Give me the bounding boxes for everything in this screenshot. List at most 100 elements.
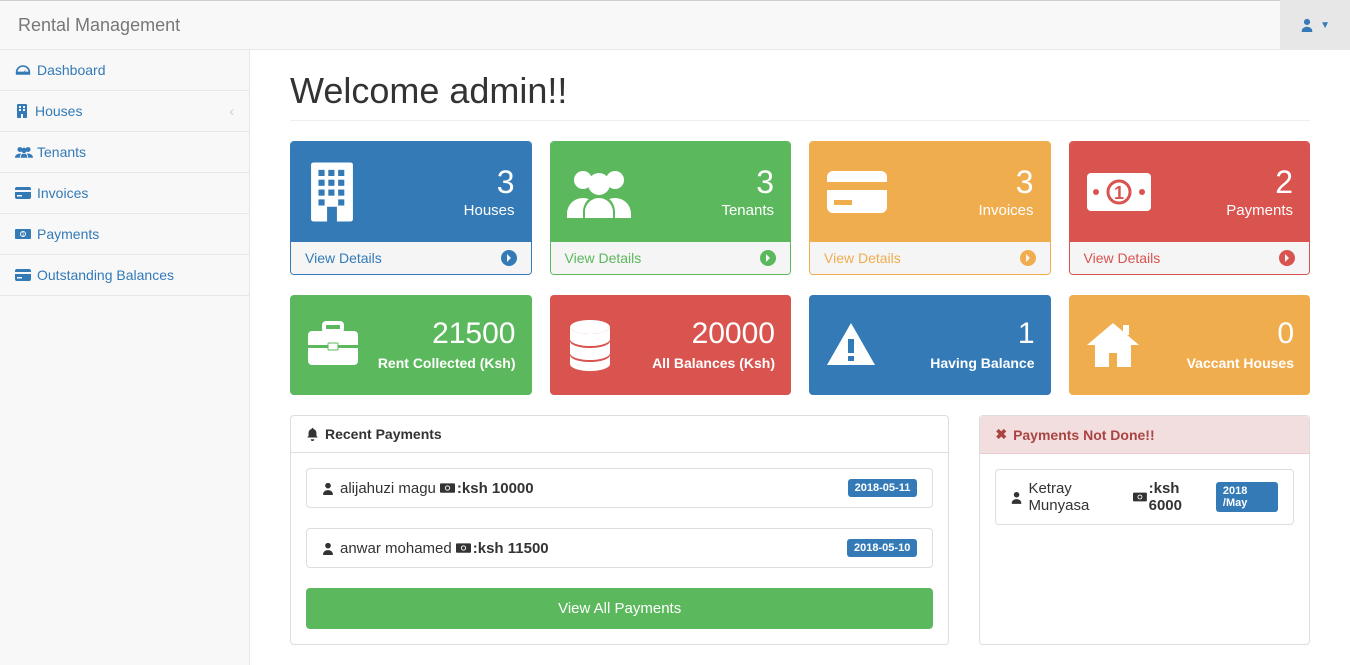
database-icon bbox=[566, 319, 614, 371]
card-having-balance: 1 Having Balance bbox=[809, 295, 1051, 395]
money-icon bbox=[456, 543, 471, 553]
stat-number: 1 bbox=[930, 319, 1034, 349]
panel-title: ✖ Payments Not Done!! bbox=[980, 416, 1309, 454]
nav-label: Outstanding Balances bbox=[37, 267, 174, 283]
user-menu-dropdown[interactable]: ▼ bbox=[1280, 0, 1350, 50]
arrow-circle-right-icon bbox=[1020, 250, 1036, 266]
user-icon bbox=[322, 542, 334, 555]
view-details-link[interactable]: View Details bbox=[810, 242, 1050, 274]
nav-invoices[interactable]: Invoices bbox=[0, 173, 249, 214]
nav-dashboard[interactable]: Dashboard bbox=[0, 50, 249, 91]
view-details-link[interactable]: View Details bbox=[291, 242, 531, 274]
dashboard-icon bbox=[15, 63, 31, 77]
stat-number: 0 bbox=[1187, 319, 1294, 349]
payer-name: anwar mohamed bbox=[340, 540, 452, 557]
arrow-circle-right-icon bbox=[760, 250, 776, 266]
nav-label: Tenants bbox=[37, 144, 86, 160]
view-all-payments-button[interactable]: View All Payments bbox=[306, 588, 933, 629]
card-houses: 3 Houses View Details bbox=[290, 141, 532, 275]
sidebar: Dashboard Houses ‹ Tenants Invoices 1 Pa… bbox=[0, 50, 250, 665]
link-text: View Details bbox=[1084, 250, 1161, 266]
stat-label: Having Balance bbox=[930, 355, 1034, 371]
user-icon bbox=[1300, 18, 1314, 32]
link-text: View Details bbox=[305, 250, 382, 266]
view-details-link[interactable]: View Details bbox=[551, 242, 791, 274]
main-content: Welcome admin!! 3 Houses View Details bbox=[250, 50, 1350, 665]
user-icon bbox=[322, 482, 334, 495]
payments-not-done-panel: ✖ Payments Not Done!! Ketray Munyasa :ks… bbox=[979, 415, 1310, 645]
nav-tenants[interactable]: Tenants bbox=[0, 132, 249, 173]
card-tenants: 3 Tenants View Details bbox=[550, 141, 792, 275]
credit-card-icon bbox=[826, 170, 888, 214]
stat-number: 3 bbox=[978, 166, 1033, 198]
payment-date-badge: 2018-05-10 bbox=[847, 539, 917, 557]
svg-text:1: 1 bbox=[1113, 183, 1123, 203]
warning-icon bbox=[825, 321, 877, 369]
nav-balances[interactable]: Outstanding Balances bbox=[0, 255, 249, 296]
stat-label: Vaccant Houses bbox=[1187, 355, 1294, 371]
users-icon bbox=[567, 166, 631, 218]
building-icon bbox=[307, 160, 357, 224]
nav-payments[interactable]: 1 Payments bbox=[0, 214, 249, 255]
stat-number: 3 bbox=[464, 166, 515, 198]
nav-houses[interactable]: Houses ‹ bbox=[0, 91, 249, 132]
overdue-row: Ketray Munyasa :ksh 6000 2018 /May bbox=[995, 469, 1294, 525]
payment-date-badge: 2018-05-11 bbox=[848, 479, 918, 497]
overdue-amount: :ksh 6000 bbox=[1149, 480, 1212, 514]
arrow-circle-right-icon bbox=[501, 250, 517, 266]
nav-label: Dashboard bbox=[37, 62, 106, 78]
card-rent-collected: 21500 Rent Collected (Ksh) bbox=[290, 295, 532, 395]
card-vacant-houses: 0 Vaccant Houses bbox=[1069, 295, 1311, 395]
stat-number: 21500 bbox=[378, 319, 516, 349]
page-title: Welcome admin!! bbox=[290, 70, 1310, 112]
panel-title: Recent Payments bbox=[291, 416, 948, 453]
link-text: View Details bbox=[565, 250, 642, 266]
stat-number: 2 bbox=[1226, 166, 1293, 198]
credit-card-icon bbox=[15, 269, 31, 281]
close-icon: ✖ bbox=[995, 426, 1007, 443]
payment-amount: :ksh 10000 bbox=[457, 480, 534, 497]
panels-row: Recent Payments alijahuzi magu :ksh 1000… bbox=[290, 415, 1310, 645]
bell-icon bbox=[306, 427, 319, 441]
building-icon bbox=[15, 103, 29, 119]
stat-label: Tenants bbox=[721, 202, 774, 219]
payment-row: alijahuzi magu :ksh 10000 2018-05-11 bbox=[306, 468, 933, 508]
stat-number: 3 bbox=[721, 166, 774, 198]
stat-number: 20000 bbox=[652, 319, 775, 349]
card-invoices: 3 Invoices View Details bbox=[809, 141, 1051, 275]
nav-label: Invoices bbox=[37, 185, 88, 201]
payer-name: alijahuzi magu bbox=[340, 480, 436, 497]
brand-title: Rental Management bbox=[18, 15, 180, 36]
stat-label: Payments bbox=[1226, 202, 1293, 219]
payment-row: anwar mohamed :ksh 11500 2018-05-10 bbox=[306, 528, 933, 568]
divider bbox=[290, 120, 1310, 121]
user-icon bbox=[1011, 491, 1022, 504]
chevron-left-icon: ‹ bbox=[229, 103, 234, 119]
card-payments: 1 2 Payments View Details bbox=[1069, 141, 1311, 275]
stat-label: Houses bbox=[464, 202, 515, 219]
payment-amount: :ksh 11500 bbox=[473, 540, 549, 557]
nav-label: Payments bbox=[37, 226, 99, 242]
view-details-link[interactable]: View Details bbox=[1070, 242, 1310, 274]
home-icon bbox=[1085, 321, 1141, 369]
caret-down-icon: ▼ bbox=[1320, 20, 1330, 31]
link-text: View Details bbox=[824, 250, 901, 266]
stats-row-2: 21500 Rent Collected (Ksh) 20000 All Bal… bbox=[290, 295, 1310, 395]
card-all-balances: 20000 All Balances (Ksh) bbox=[550, 295, 792, 395]
money-icon bbox=[1133, 492, 1147, 502]
stat-label: Rent Collected (Ksh) bbox=[378, 355, 516, 371]
arrow-circle-right-icon bbox=[1279, 250, 1295, 266]
money-icon: 1 bbox=[15, 228, 31, 240]
topbar: Rental Management ▼ bbox=[0, 0, 1350, 50]
stat-label: Invoices bbox=[978, 202, 1033, 219]
recent-payments-panel: Recent Payments alijahuzi magu :ksh 1000… bbox=[290, 415, 949, 645]
period-badge: 2018 /May bbox=[1216, 482, 1278, 512]
stat-label: All Balances (Ksh) bbox=[652, 355, 775, 371]
stats-row-1: 3 Houses View Details 3 bbox=[290, 141, 1310, 275]
money-icon: 1 bbox=[1086, 172, 1152, 212]
users-icon bbox=[15, 145, 33, 159]
tenant-name: Ketray Munyasa bbox=[1028, 480, 1128, 514]
nav-label: Houses bbox=[35, 103, 82, 119]
svg-text:1: 1 bbox=[22, 232, 25, 238]
money-icon bbox=[440, 483, 455, 493]
